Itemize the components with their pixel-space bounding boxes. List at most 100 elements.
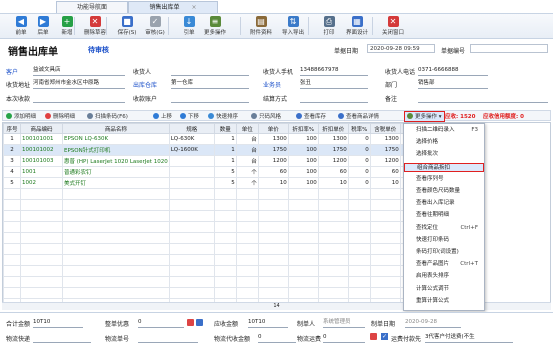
address-field[interactable]: 河南省郑州市金水区中原路: [33, 79, 125, 89]
table-cell[interactable]: 0: [347, 133, 371, 145]
table-cell[interactable]: [257, 243, 289, 255]
table-cell[interactable]: 1200: [317, 155, 349, 167]
table-cell[interactable]: [62, 287, 170, 299]
table-cell[interactable]: [62, 188, 170, 200]
table-cell[interactable]: [317, 199, 349, 211]
table-cell[interactable]: [213, 199, 237, 211]
table-cell[interactable]: 1001: [20, 166, 63, 178]
table-cell[interactable]: [213, 188, 237, 200]
menu-item[interactable]: 启用表头排序: [404, 272, 484, 282]
table-cell[interactable]: [213, 276, 237, 288]
table-cell[interactable]: [213, 254, 237, 266]
table-row[interactable]: [3, 232, 421, 244]
layout-design-button[interactable]: ▦ 界面设计: [342, 14, 372, 38]
doc-no-field[interactable]: [470, 44, 548, 53]
table-row[interactable]: 2 100101002 EPSON针式打印机 LQ-1600K 1 台 1750 100 175…: [3, 144, 421, 156]
table-cell[interactable]: [213, 210, 237, 222]
quick-sort-button[interactable]: 快速排序: [208, 112, 238, 120]
table-cell[interactable]: [235, 232, 259, 244]
table-cell[interactable]: [3, 276, 21, 288]
table-cell[interactable]: 4: [3, 166, 21, 178]
table-cell[interactable]: [213, 287, 237, 299]
account-field[interactable]: [171, 93, 249, 103]
table-cell[interactable]: [287, 188, 319, 200]
table-cell[interactable]: 1: [3, 133, 21, 145]
table-cell[interactable]: [347, 221, 371, 233]
table-cell[interactable]: [347, 265, 371, 277]
table-cell[interactable]: [168, 232, 215, 244]
table-cell[interactable]: [257, 188, 289, 200]
table-cell[interactable]: [235, 221, 259, 233]
total-field[interactable]: 10T10: [33, 318, 83, 328]
table-cell[interactable]: [168, 265, 215, 277]
close-window-button[interactable]: ✕ 关闭窗口: [378, 14, 408, 38]
table-cell[interactable]: 惠普 (HP) LaserJet 1020 LaserJet 1020: [62, 155, 170, 167]
menu-item[interactable]: 组合商品拆扣: [404, 162, 484, 173]
table-cell[interactable]: [369, 265, 401, 277]
table-cell[interactable]: [3, 232, 21, 244]
table-cell[interactable]: [369, 188, 401, 200]
table-row[interactable]: [3, 188, 421, 200]
table-cell[interactable]: [317, 188, 349, 200]
table-cell[interactable]: [369, 276, 401, 288]
table-cell[interactable]: [287, 243, 319, 255]
table-cell[interactable]: [235, 265, 259, 277]
save-button[interactable]: ■ 保存(S): [112, 14, 142, 38]
table-cell[interactable]: [317, 254, 349, 266]
menu-item[interactable]: 查看颜色尺码数量: [404, 187, 484, 197]
table-cell[interactable]: EPSON针式打印机: [62, 144, 170, 156]
more-ops-button[interactable]: 更多操作 ▾: [404, 111, 445, 122]
table-cell[interactable]: 3: [3, 155, 21, 167]
table-cell[interactable]: [3, 287, 21, 299]
table-cell[interactable]: [168, 188, 215, 200]
menu-item[interactable]: 查找定位 Ctrl+F: [404, 224, 484, 234]
table-cell[interactable]: [317, 287, 349, 299]
table-cell[interactable]: [62, 276, 170, 288]
table-row[interactable]: 41001普通彩农钉5个60100600600: [3, 166, 421, 178]
table-cell[interactable]: [235, 188, 259, 200]
table-cell[interactable]: [3, 243, 21, 255]
table-cell[interactable]: [257, 221, 289, 233]
table-cell[interactable]: [317, 210, 349, 222]
table-cell[interactable]: [287, 287, 319, 299]
table-cell[interactable]: [317, 243, 349, 255]
warehouse-field[interactable]: 第一仓库: [171, 79, 249, 89]
menu-item[interactable]: 条码打印(词设置): [404, 248, 484, 258]
table-cell[interactable]: 10: [369, 177, 401, 189]
menu-item[interactable]: 计算公式调节: [404, 285, 484, 295]
table-row[interactable]: [3, 276, 421, 288]
table-cell[interactable]: 100: [287, 144, 319, 156]
table-cell[interactable]: [62, 243, 170, 255]
table-cell[interactable]: 台: [235, 144, 259, 156]
table-cell[interactable]: [20, 287, 63, 299]
table-cell[interactable]: LQ-630K: [168, 133, 215, 145]
import-export-button[interactable]: ⇅ 导入导出: [278, 14, 308, 38]
table-row[interactable]: [3, 265, 421, 277]
receiver-field[interactable]: [171, 66, 249, 76]
menu-item[interactable]: 快速打印条码: [404, 236, 484, 246]
table-cell[interactable]: [62, 210, 170, 222]
table-cell[interactable]: 1: [213, 144, 237, 156]
table-cell[interactable]: 1750: [317, 144, 349, 156]
table-cell[interactable]: [347, 188, 371, 200]
menu-item[interactable]: 重算计算公式: [404, 297, 484, 307]
table-cell[interactable]: [287, 254, 319, 266]
ship-fee-field[interactable]: 0: [323, 333, 365, 343]
table-cell[interactable]: 100: [287, 166, 319, 178]
settle-field[interactable]: [300, 93, 368, 103]
table-cell[interactable]: [20, 210, 63, 222]
table-cell[interactable]: [257, 265, 289, 277]
receiver-tel-field[interactable]: 0371-6666888: [418, 66, 488, 76]
table-cell[interactable]: 个: [235, 166, 259, 178]
column-header[interactable]: 商品名称: [62, 123, 170, 134]
scan-barcode-button[interactable]: 扫描条码(F6): [87, 112, 128, 120]
table-cell[interactable]: [347, 232, 371, 244]
table-cell[interactable]: [257, 254, 289, 266]
table-cell[interactable]: [257, 232, 289, 244]
table-cell[interactable]: [287, 232, 319, 244]
freight-field[interactable]: 0: [258, 333, 296, 343]
table-cell[interactable]: [369, 254, 401, 266]
table-cell[interactable]: 1300: [369, 133, 401, 145]
table-cell[interactable]: 1750: [257, 144, 289, 156]
table-cell[interactable]: 1: [213, 133, 237, 145]
